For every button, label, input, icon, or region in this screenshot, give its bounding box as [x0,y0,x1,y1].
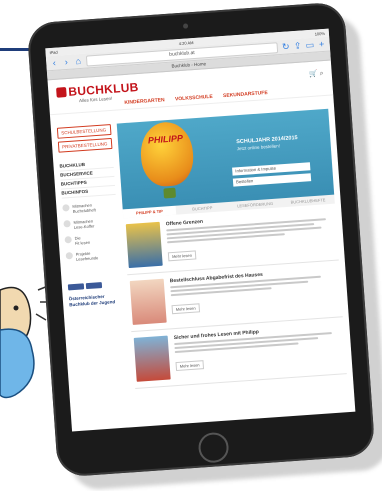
book-icon[interactable]: ▭ [305,39,314,51]
more-button[interactable]: Mehr lesen [167,250,197,262]
tagline: Alles fürs Lesen! [78,95,113,104]
facebook-like-icon[interactable] [67,283,85,291]
social-buttons [67,281,122,291]
feature-icon [64,236,72,244]
status-battery: 100% [314,30,326,37]
side-menu: BUCHKLUB BUCHSERVICE BUCHTIPPS BUCHINFOS [59,158,116,199]
plus-icon[interactable]: + [317,39,326,50]
camera-dot [182,23,189,29]
reload-icon[interactable]: ↻ [281,41,290,53]
search-icon[interactable]: ⌕ [320,70,324,77]
feature-text: Fit lesen [74,239,91,246]
privatbestellung-button[interactable]: PRIVATBESTELLUNG [57,137,113,153]
schulbestellung-button[interactable]: SCHULBESTELLUNG [56,124,112,139]
cart-icon[interactable]: 🛒 [309,70,318,78]
facebook-share-icon[interactable] [85,282,103,290]
article-thumbnail [133,335,171,382]
feature-icon [63,220,71,228]
home-button[interactable] [197,431,230,464]
status-time: 4:20 AM [178,39,194,46]
feature-icon [62,204,70,212]
back-icon[interactable]: ‹ [50,58,59,69]
side-feature[interactable]: Mitmachen Lese-Koffer [63,217,118,231]
tablet-screen: iPad 4:20 AM 100% ‹ › ⌂ buchklub.at ↻ ⇪ … [45,28,356,432]
feature-text: Buchclubheft [72,207,96,214]
forward-icon[interactable]: › [62,57,71,68]
logo-mark-icon [56,87,67,98]
sidebar: SCHULBESTELLUNG PRIVATBESTELLUNG BUCHKLU… [56,124,124,309]
basket-illustration [163,187,177,199]
article-thumbnail [125,221,163,269]
order-select[interactable]: Bestellen [232,173,312,187]
feature-text: Lesefreunde [75,255,99,262]
balloon-illustration [138,120,196,188]
side-feature[interactable]: Projekte Lesefreunde [65,249,121,263]
header-icons: 🛒 ⌕ [309,69,324,79]
more-button[interactable]: Mehr lesen [175,360,204,372]
main-content: PHILIPP SCHULJAHR 2014/2015 Jetzt online… [116,108,347,389]
bookmarks-icon[interactable]: ⌂ [74,56,83,67]
status-device: iPad [49,49,58,55]
feature-icon [65,251,74,260]
side-feature[interactable]: Die Fit lesen [64,233,119,247]
share-icon[interactable]: ⇪ [293,40,302,52]
page-body: SCHULBESTELLUNG PRIVATBESTELLUNG BUCHKLU… [51,108,356,431]
more-button[interactable]: Mehr lesen [171,303,200,315]
tablet-frame: iPad 4:20 AM 100% ‹ › ⌂ buchklub.at ↻ ⇪ … [26,1,376,478]
side-promo[interactable]: Österreichischer Buchklub der Jugend [69,293,124,309]
feature-text: Lese-Koffer [73,223,95,230]
hero-banner[interactable]: PHILIPP SCHULJAHR 2014/2015 Jetzt online… [116,108,335,210]
side-feature[interactable]: Mitmachen Buchclubheft [62,201,117,215]
article-thumbnail [129,278,167,325]
